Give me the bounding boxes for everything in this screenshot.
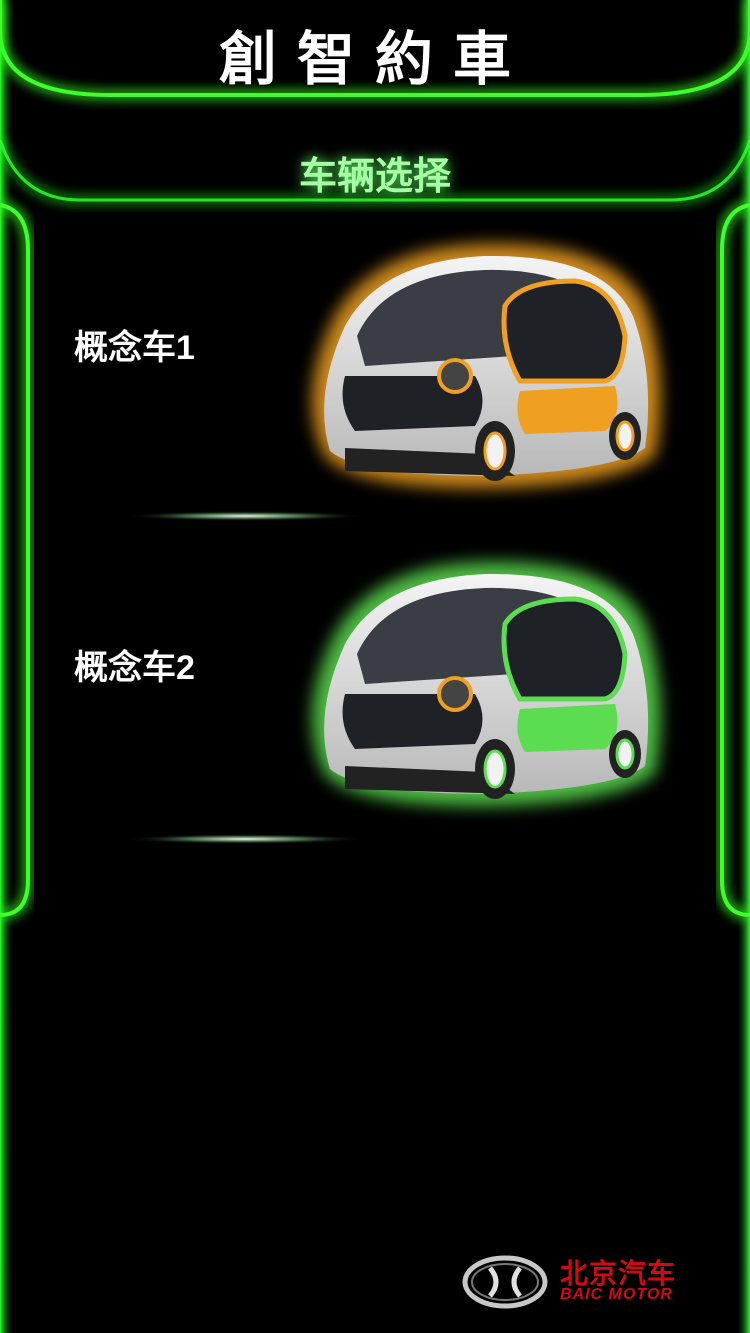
app-header: 創智約車 xyxy=(0,0,750,100)
car-option-1[interactable]: 概念车1 xyxy=(30,208,720,526)
car-label: 概念车2 xyxy=(74,649,195,687)
brand-name-en: BAIC MOTOR xyxy=(560,1286,673,1303)
car-option-2[interactable]: 概念车2 xyxy=(30,526,720,844)
car-label: 概念车1 xyxy=(74,329,195,367)
baic-logo: 北京汽车 BAIC MOTOR xyxy=(462,1252,712,1310)
section-title: 车辆选择 xyxy=(298,154,451,198)
concept-car-image xyxy=(312,243,661,488)
app-title: 創智約車 xyxy=(218,25,531,93)
baic-emblem-icon xyxy=(462,1255,548,1309)
concept-car-image xyxy=(312,561,661,806)
